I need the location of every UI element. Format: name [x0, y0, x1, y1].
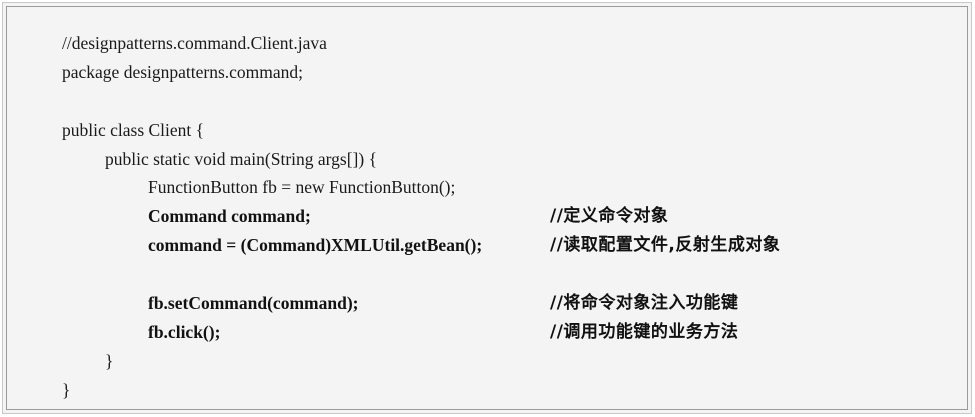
code-text: fb.setCommand(command);	[148, 293, 359, 314]
code-comment: //读取配置文件,反射生成对象	[550, 235, 781, 256]
code-comment: //将命令对象注入功能键	[550, 293, 739, 314]
code-text: public class Client {	[62, 119, 205, 140]
code-line-5: public static void main(String args[]) {	[7, 145, 967, 174]
code-comment: //调用功能键的业务方法	[550, 321, 739, 342]
code-line-1: //designpatterns.command.Client.java	[7, 29, 967, 58]
code-line-10: fb.setCommand(command); //将命令对象注入功能键	[7, 289, 967, 318]
code-comment: //定义命令对象	[550, 206, 669, 227]
code-text: fb.click();	[148, 321, 221, 342]
code-line-4: public class Client {	[7, 116, 967, 145]
code-line-7: Command command; //定义命令对象	[7, 202, 967, 231]
code-text: FunctionButton fb = new FunctionButton()…	[148, 177, 456, 198]
code-text: }	[105, 350, 114, 371]
code-text: }	[62, 379, 71, 400]
code-line-12: }	[7, 347, 967, 376]
code-line-8: command = (Command)XMLUtil.getBean(); //读…	[7, 231, 967, 260]
code-text: public static void main(String args[]) {	[105, 148, 377, 169]
code-text: Command command;	[148, 206, 311, 227]
code-text: package designpatterns.command;	[62, 61, 304, 82]
code-text: //designpatterns.command.Client.java	[62, 33, 327, 53]
code-line-6: FunctionButton fb = new FunctionButton()…	[7, 173, 967, 202]
code-line-11: fb.click(); //调用功能键的业务方法	[7, 318, 967, 347]
code-line-2: package designpatterns.command;	[7, 58, 967, 87]
code-text: command = (Command)XMLUtil.getBean();	[148, 235, 483, 256]
code-lines: //designpatterns.command.Client.java pac…	[7, 29, 967, 405]
code-line-13: }	[7, 376, 967, 405]
code-listing-panel: //designpatterns.command.Client.java pac…	[6, 6, 968, 410]
